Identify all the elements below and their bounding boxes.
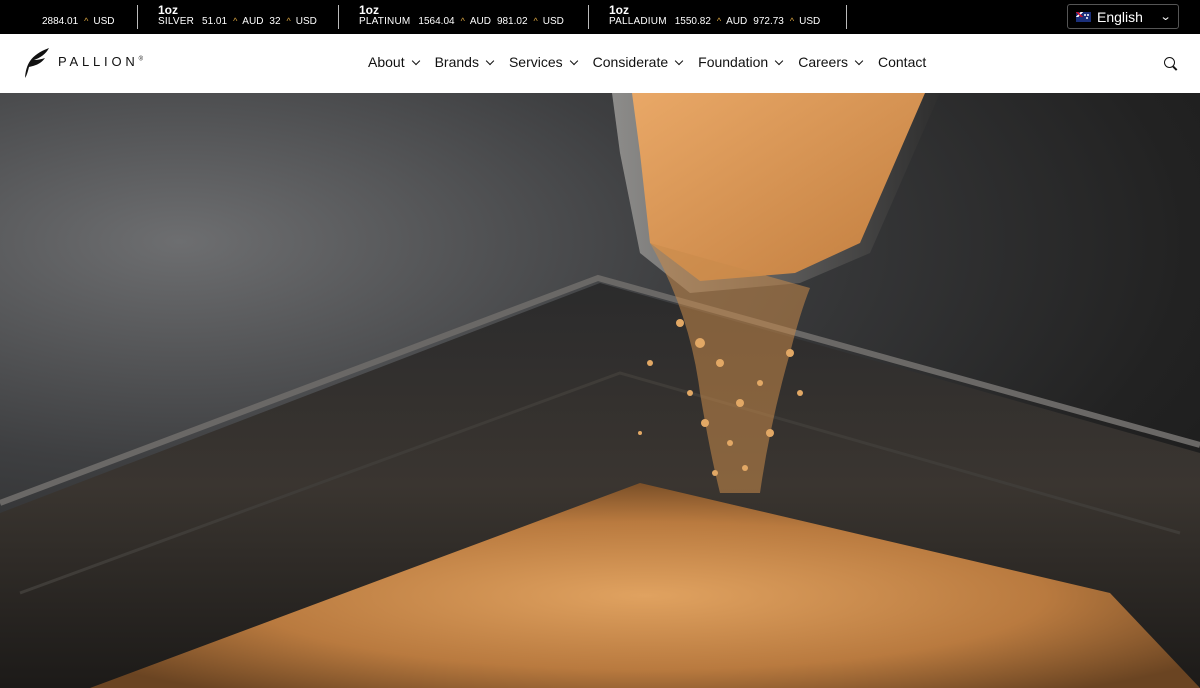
chevron-down-icon	[674, 56, 684, 65]
brand-name: PALLION®	[58, 53, 143, 69]
australia-flag-icon	[1076, 11, 1091, 22]
ticker-weight: 1oz	[158, 3, 179, 17]
ticker-usd-price: 981.02	[496, 16, 528, 27]
ticker-aud-price: 1550.82	[674, 16, 711, 27]
up-arrow-icon: ^	[460, 15, 465, 26]
ticker-metal: PLATINUM	[359, 16, 411, 27]
up-arrow-icon: ^	[84, 15, 89, 26]
ticker-metal: SILVER	[158, 16, 195, 27]
chevron-down-icon: ⌄	[1159, 11, 1172, 23]
ticker-usd-price: 972.73	[753, 16, 784, 27]
ticker-aud-currency: AUD	[726, 16, 748, 27]
brand-logo[interactable]: PALLION®	[22, 45, 143, 79]
price-ticker: 2884.01 ^ USD 1oz SILVER 51.01 ^ AUD 32 …	[0, 0, 1200, 34]
chevron-down-icon	[854, 56, 864, 65]
nav-item-services[interactable]: Services	[509, 54, 578, 70]
search-icon[interactable]	[1164, 57, 1178, 71]
chevron-down-icon	[485, 56, 495, 65]
ticker-divider	[137, 5, 138, 29]
ticker-divider	[846, 5, 847, 29]
nav-item-considerate[interactable]: Considerate	[593, 54, 684, 70]
ticker-divider	[338, 5, 339, 29]
ticker-usd-currency: USD	[542, 16, 564, 27]
gold-grain-pour-illustration	[0, 93, 1200, 688]
ticker-row: PALLADIUM 1550.82 ^ AUD 972.73 ^ USD	[609, 15, 826, 28]
ticker-usd-currency: USD	[93, 16, 115, 27]
nav-item-foundation[interactable]: Foundation	[698, 54, 784, 70]
ticker-row: 2884.01 ^ USD	[42, 15, 121, 28]
up-arrow-icon: ^	[789, 15, 795, 26]
chevron-down-icon	[411, 56, 420, 65]
ticker-aud-currency: AUD	[469, 16, 491, 27]
ticker-divider	[588, 5, 589, 29]
ticker-aud-price: 1564.04	[418, 16, 455, 27]
hero-image	[0, 93, 1200, 688]
up-arrow-icon: ^	[286, 15, 291, 26]
up-arrow-icon: ^	[533, 15, 538, 26]
chevron-down-icon	[774, 56, 784, 65]
language-label: English	[1097, 8, 1143, 25]
language-selector[interactable]: English ⌄	[1067, 4, 1179, 29]
ticker-aud-price: 51.01	[202, 16, 228, 27]
up-arrow-icon: ^	[233, 15, 238, 26]
nav-item-about[interactable]: About	[368, 54, 420, 70]
main-nav: About Brands Services Considerate Founda…	[368, 54, 942, 70]
ticker-weight: 1oz	[359, 3, 380, 17]
nav-item-contact[interactable]: Contact	[878, 54, 926, 70]
ticker-aud-currency: AUD	[242, 16, 264, 27]
ticker-usd-price: 2884.01	[42, 16, 79, 27]
ticker-usd-price: 32	[269, 16, 281, 27]
pallion-leaf-icon	[25, 48, 49, 78]
ticker-metal: PALLADIUM	[609, 16, 667, 27]
ticker-row: PLATINUM 1564.04 ^ AUD 981.02 ^ USD	[359, 15, 570, 28]
ticker-weight: 1oz	[609, 3, 630, 17]
site-header: PALLION® About Brands Services Considera…	[0, 34, 1200, 93]
chevron-down-icon	[569, 56, 578, 65]
ticker-row: SILVER 51.01 ^ AUD 32 ^ USD	[158, 15, 323, 28]
nav-item-brands[interactable]: Brands	[435, 54, 495, 70]
ticker-usd-currency: USD	[799, 16, 821, 27]
up-arrow-icon: ^	[716, 15, 722, 26]
nav-item-careers[interactable]: Careers	[798, 54, 864, 70]
ticker-usd-currency: USD	[295, 16, 317, 27]
